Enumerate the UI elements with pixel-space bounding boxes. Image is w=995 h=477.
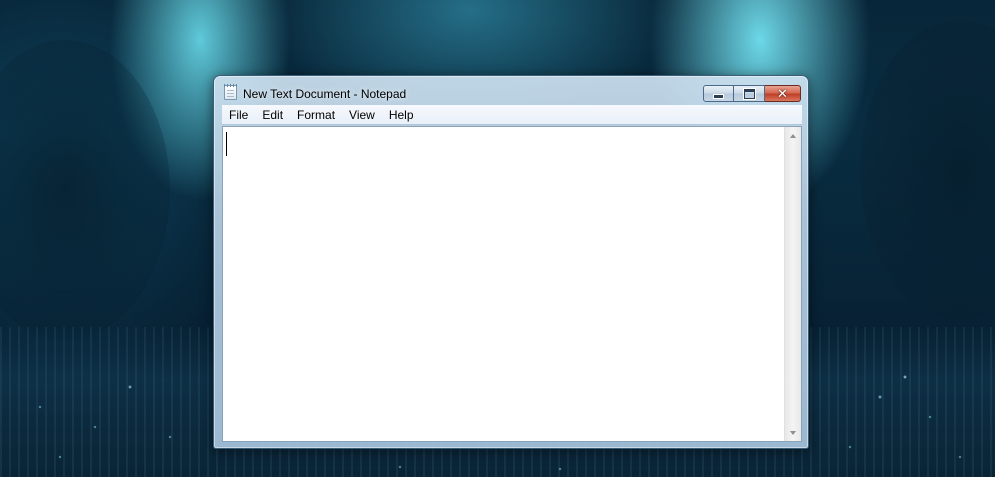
- minimize-icon: [713, 93, 724, 99]
- wallpaper-rock-right: [860, 20, 995, 320]
- menu-edit[interactable]: Edit: [255, 105, 290, 125]
- menu-bar: File Edit Format View Help: [222, 105, 802, 125]
- notepad-icon[interactable]: [224, 84, 237, 100]
- desktop-background: New Text Document - Notepad ✕ File Edit …: [0, 0, 995, 477]
- maximize-icon: [743, 88, 755, 99]
- title-bar[interactable]: New Text Document - Notepad ✕: [214, 76, 808, 105]
- scroll-up-button[interactable]: [785, 127, 801, 144]
- vertical-scrollbar[interactable]: [784, 127, 801, 441]
- chevron-down-icon: [790, 430, 796, 435]
- scroll-down-button[interactable]: [785, 424, 801, 441]
- chevron-up-icon: [790, 133, 796, 138]
- window-title: New Text Document - Notepad: [243, 87, 407, 101]
- menu-help[interactable]: Help: [382, 105, 421, 125]
- text-editor: [222, 126, 802, 442]
- wallpaper-rock-left: [0, 40, 170, 340]
- menu-view[interactable]: View: [342, 105, 382, 125]
- close-icon: ✕: [777, 86, 788, 101]
- menu-format[interactable]: Format: [290, 105, 342, 125]
- notepad-window[interactable]: New Text Document - Notepad ✕ File Edit …: [213, 75, 809, 449]
- menu-file[interactable]: File: [222, 105, 255, 125]
- minimize-button[interactable]: [703, 85, 734, 102]
- text-area[interactable]: [223, 127, 785, 441]
- text-caret: [226, 132, 227, 156]
- close-button[interactable]: ✕: [765, 85, 801, 102]
- maximize-button[interactable]: [734, 85, 765, 102]
